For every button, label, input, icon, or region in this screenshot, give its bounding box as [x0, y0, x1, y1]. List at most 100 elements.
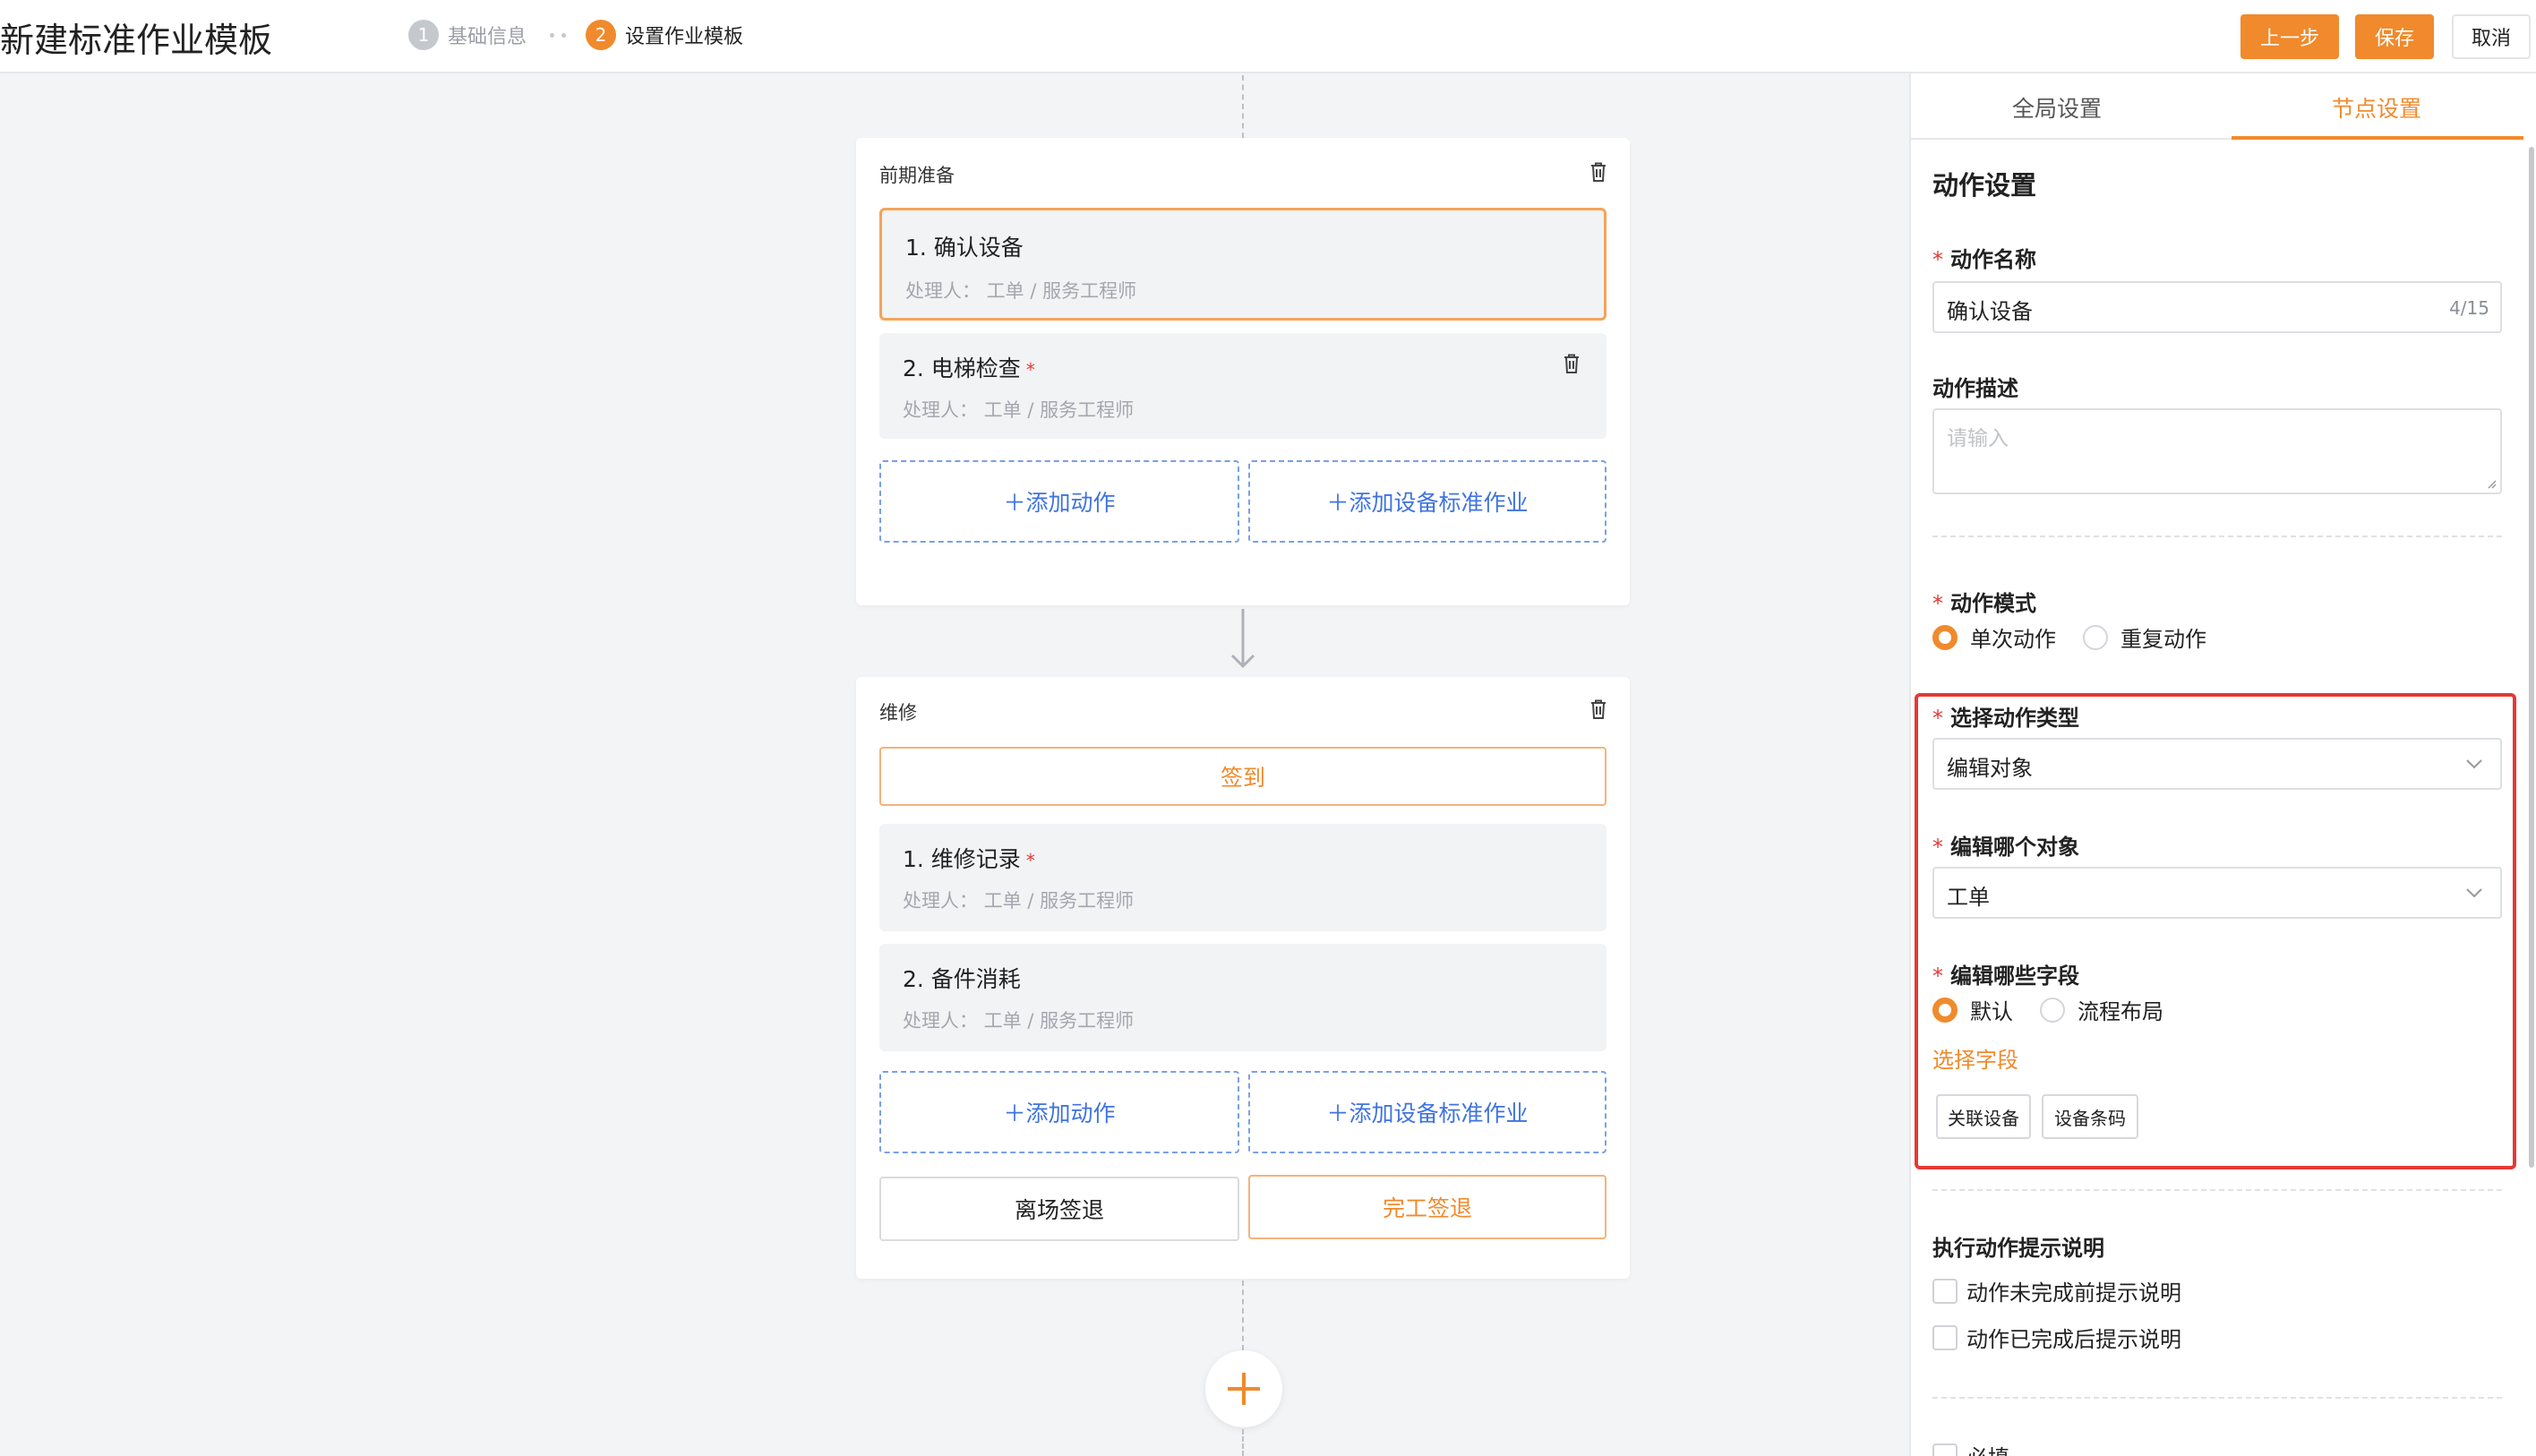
required-star: *	[1932, 964, 1943, 989]
select-fields-link[interactable]: 选择字段	[1932, 1042, 2018, 1074]
checkbox-after-hint[interactable]	[1932, 1324, 1958, 1350]
checkbox-row-required[interactable]: 必填	[1932, 1440, 2009, 1456]
placeholder: 请输入	[1947, 427, 2009, 450]
action-title-text: 1. 确认设备	[905, 235, 1024, 261]
char-count: 4/15	[2449, 297, 2489, 319]
radio-label: 默认	[1970, 999, 2013, 1024]
radio-single-action[interactable]	[1932, 624, 1958, 650]
active-tab-indicator	[2232, 136, 2523, 140]
action-handler: 处理人： 工单 / 服务工程师	[903, 399, 1135, 421]
step-label-set-template: 设置作业模板	[625, 26, 744, 48]
checkbox-label: 必填	[1966, 1440, 2009, 1456]
add-standard-work-button[interactable]: ＋添加设备标准作业	[1248, 460, 1606, 543]
settings-panel: 全局设置 节点设置 动作设置 * 动作名称 确认设备 4/15 动作描述 请输入 …	[1909, 73, 2536, 1456]
required-star: *	[1025, 850, 1035, 871]
save-button[interactable]: 保存	[2355, 14, 2434, 59]
resize-handle-icon[interactable]	[2486, 478, 2497, 489]
step-number-2: 2	[586, 20, 617, 50]
divider	[1932, 1189, 2502, 1191]
radio-label: 单次动作	[1970, 627, 2056, 652]
required-star: *	[1932, 247, 1943, 272]
action-item-elevator-check[interactable]: 2. 电梯检查 * 处理人： 工单 / 服务工程师	[879, 333, 1606, 439]
checkbox-label: 动作未完成前提示说明	[1966, 1280, 2181, 1306]
label-action-type: * 选择动作类型	[1932, 700, 2079, 732]
step-number-1: 1	[408, 20, 439, 50]
label-text: 编辑哪个对象	[1950, 835, 2079, 860]
select-value: 工单	[1947, 885, 1990, 910]
action-title-text: 2. 备件消耗	[903, 966, 1021, 992]
stage-card-prep[interactable]: 前期准备 1. 确认设备 处理人： 工单 / 服务工程师 2. 电梯检查 * 处理…	[856, 138, 1630, 605]
label-hint-section: 执行动作提示说明	[1932, 1236, 2104, 1261]
connector-line	[1242, 75, 1244, 138]
action-title: 2. 电梯检查 *	[903, 351, 1035, 383]
action-desc-textarea[interactable]: 请输入	[1932, 408, 2502, 494]
label-action-mode: * 动作模式	[1932, 586, 2036, 617]
trash-icon[interactable]	[1562, 353, 1581, 374]
finish-checkout-button[interactable]: 完工签退	[1248, 1175, 1606, 1239]
action-item-confirm-device[interactable]: 1. 确认设备 处理人： 工单 / 服务工程师	[879, 208, 1606, 321]
field-tag-device-barcode[interactable]: 设备条码	[2042, 1094, 2138, 1139]
action-item-repair-record[interactable]: 1. 维修记录 * 处理人： 工单 / 服务工程师	[879, 824, 1606, 931]
action-title: 1. 维修记录 *	[903, 842, 1035, 874]
page-title: 新建标准作业模板	[0, 21, 273, 60]
label-text: 选择动作类型	[1950, 706, 2079, 731]
label-action-name: * 动作名称	[1932, 242, 2036, 273]
action-title: 2. 备件消耗	[903, 962, 1021, 994]
action-handler: 处理人： 工单 / 服务工程师	[903, 890, 1135, 912]
edit-fields-radio-group: 默认 流程布局	[1932, 994, 2190, 1025]
trash-icon[interactable]	[1589, 161, 1608, 183]
checkbox-row-after-hint[interactable]: 动作已完成后提示说明	[1932, 1322, 2181, 1353]
panel-scrollbar[interactable]	[2529, 147, 2534, 1168]
required-star: *	[1932, 591, 1943, 616]
checkbox-required[interactable]	[1932, 1443, 1958, 1456]
checkbox-row-before-hint[interactable]: 动作未完成前提示说明	[1932, 1275, 2181, 1306]
add-action-button[interactable]: ＋添加动作	[879, 1071, 1239, 1153]
step-set-template[interactable]: 2 设置作业模板	[586, 20, 743, 50]
label-edit-fields: * 编辑哪些字段	[1932, 958, 2079, 989]
label-text: 动作模式	[1950, 591, 2036, 616]
select-value: 编辑对象	[1947, 756, 2033, 781]
leave-checkout-button[interactable]: 离场签退	[879, 1177, 1239, 1241]
action-handler: 处理人： 工单 / 服务工程师	[905, 280, 1137, 302]
label-text: 编辑哪些字段	[1950, 964, 2079, 989]
prev-step-button[interactable]: 上一步	[2240, 14, 2339, 59]
checkin-button[interactable]: 签到	[879, 747, 1606, 806]
action-handler: 处理人： 工单 / 服务工程师	[903, 1010, 1135, 1032]
tab-node-settings[interactable]: 节点设置	[2332, 91, 2421, 124]
step-separator-dots	[550, 32, 567, 38]
edit-object-select[interactable]: 工单	[1932, 867, 2502, 919]
arrow-down-icon	[1230, 609, 1255, 669]
connector-line	[1242, 1280, 1244, 1350]
checkbox-before-hint[interactable]	[1932, 1278, 1958, 1304]
radio-label: 重复动作	[2120, 627, 2206, 652]
cancel-button[interactable]: 取消	[2452, 14, 2531, 59]
action-type-select[interactable]: 编辑对象	[1932, 738, 2502, 790]
field-tag-related-device[interactable]: 关联设备	[1936, 1094, 2031, 1139]
checkbox-label: 动作已完成后提示说明	[1966, 1327, 2181, 1352]
tab-global-settings[interactable]: 全局设置	[2012, 91, 2102, 124]
divider	[1932, 535, 2502, 537]
add-standard-work-button[interactable]: ＋添加设备标准作业	[1248, 1071, 1606, 1153]
required-star: *	[1025, 359, 1035, 381]
section-title-action-settings: 动作设置	[1932, 170, 2037, 201]
trash-icon[interactable]	[1589, 698, 1608, 720]
radio-default[interactable]	[1932, 997, 1958, 1023]
required-star: *	[1932, 835, 1943, 860]
add-action-button[interactable]: ＋添加动作	[879, 460, 1239, 543]
stage-title: 前期准备	[879, 165, 955, 186]
radio-flow-layout[interactable]	[2040, 997, 2065, 1023]
radio-label: 流程布局	[2078, 999, 2163, 1024]
step-basic-info[interactable]: 1 基础信息	[408, 20, 527, 50]
stage-card-repair[interactable]: 维修 签到 1. 维修记录 * 处理人： 工单 / 服务工程师 2. 备件消耗 处…	[856, 677, 1630, 1279]
action-title-text: 2. 电梯检查	[903, 355, 1021, 381]
label-text: 动作名称	[1950, 247, 2036, 272]
plus-icon	[1228, 1373, 1260, 1405]
action-item-parts-consumption[interactable]: 2. 备件消耗 处理人： 工单 / 服务工程师	[879, 944, 1606, 1051]
step-label-basic-info: 基础信息	[448, 26, 527, 48]
chevron-down-icon	[2466, 759, 2482, 769]
action-name-input[interactable]: 确认设备 4/15	[1932, 281, 2502, 333]
input-value: 确认设备	[1947, 299, 2033, 324]
add-stage-button[interactable]	[1205, 1350, 1282, 1427]
radio-repeat-action[interactable]	[2083, 624, 2108, 650]
required-star: *	[1932, 706, 1943, 731]
